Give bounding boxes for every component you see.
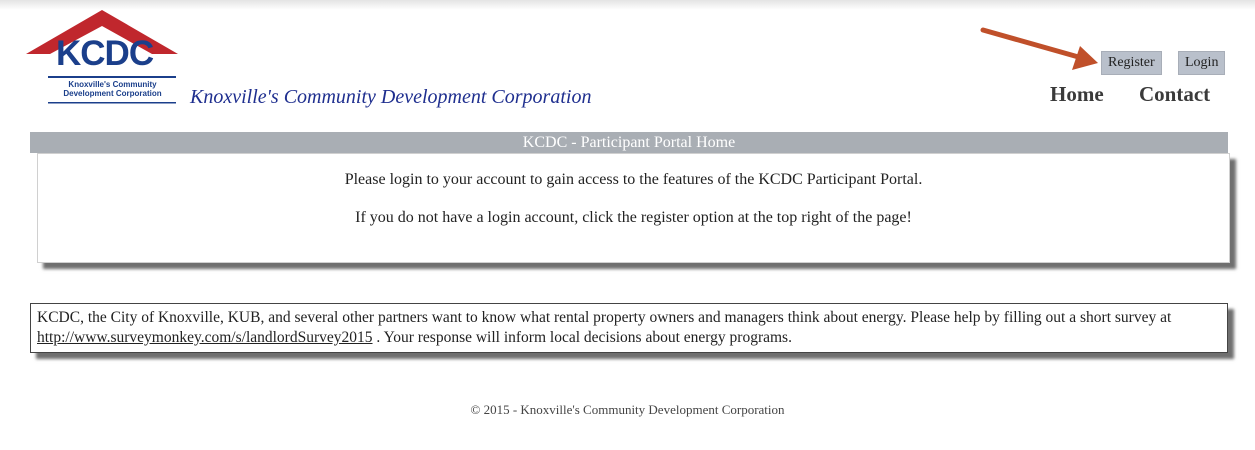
page-title-banner: KCDC - Participant Portal Home — [30, 132, 1228, 153]
logo-subtitle-line1: Knoxville's Community — [68, 80, 157, 89]
footer-copyright: © 2015 - Knoxville's Community Developme… — [470, 402, 785, 417]
login-info-panel: Please login to your account to gain acc… — [37, 153, 1230, 263]
nav-contact[interactable]: Contact — [1139, 82, 1210, 107]
logo-text: KCDC — [56, 34, 154, 73]
site-tagline: Knoxville's Community Development Corpor… — [190, 86, 592, 108]
survey-panel: KCDC, the City of Knoxville, KUB, and se… — [30, 303, 1228, 353]
login-info-line-2: If you do not have a login account, clic… — [355, 209, 912, 226]
login-button[interactable]: Login — [1178, 51, 1226, 75]
login-info-line-1: Please login to your account to gain acc… — [344, 171, 923, 188]
top-shadow — [0, 0, 1255, 10]
logo-subtitle-line2: Development Corporation — [63, 89, 162, 98]
nav-home[interactable]: Home — [1050, 82, 1104, 107]
survey-text-after: . Your response will inform local decisi… — [372, 329, 792, 346]
register-button[interactable]: Register — [1101, 51, 1162, 75]
logo-subtitle: Knoxville's Community Development Corpor… — [50, 80, 175, 98]
survey-text: KCDC, the City of Knoxville, KUB, and se… — [37, 308, 1223, 348]
arrow-icon — [980, 27, 1098, 70]
survey-text-before: KCDC, the City of Knoxville, KUB, and se… — [37, 309, 1172, 326]
survey-link[interactable]: http://www.surveymonkey.com/s/landlordSu… — [37, 329, 373, 346]
